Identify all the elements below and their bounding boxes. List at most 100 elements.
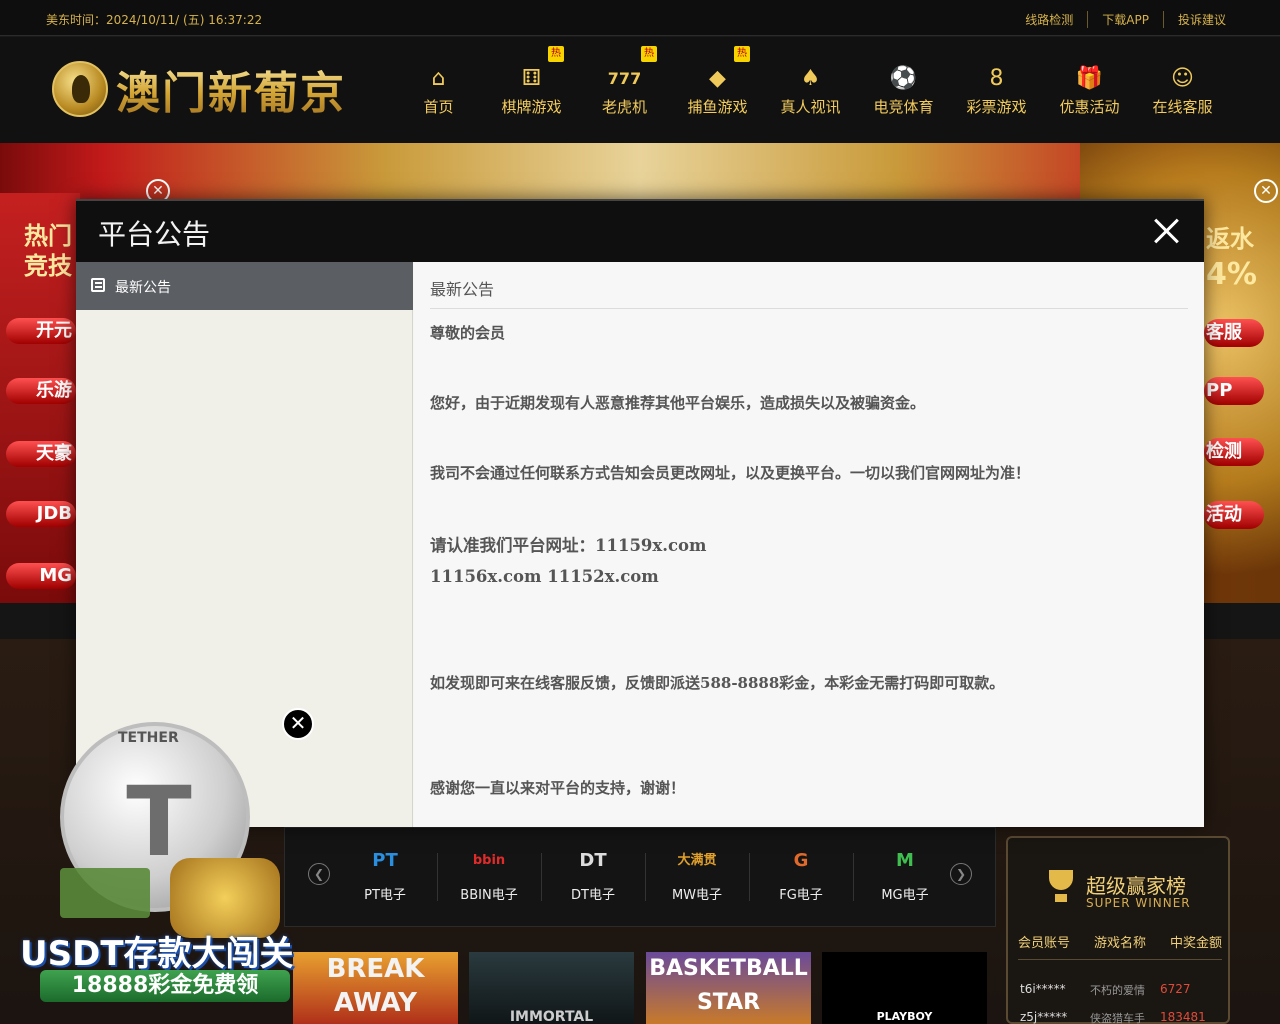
column-header: 游戏名称 <box>1093 936 1146 951</box>
gift-icon: 🎁 <box>1075 66 1104 91</box>
nav-item[interactable]: ♠ 真人视讯 <box>764 51 857 131</box>
super-winner-panel: 超级赢家榜 SUPER WINNER 会员账号 游戏名称 中奖金额 t6i***… <box>1006 836 1230 1024</box>
logo-emblem-icon <box>52 61 108 117</box>
banner-pill[interactable]: PP <box>1204 377 1264 405</box>
top-links: 线路检测 下载APP 投诉建议 <box>1011 11 1240 28</box>
banner-pill[interactable]: 客服 <box>1204 319 1264 347</box>
hot-badge: 热 <box>548 46 564 62</box>
game-thumb[interactable]: IMMORTAL <box>469 952 634 1024</box>
game-brand-item[interactable]: DT DT电子 <box>541 846 645 903</box>
promo-title: USDT存款大闯关 <box>20 934 294 974</box>
time-value: 2024/10/11/ (五) 16:37:22 <box>106 13 263 27</box>
pt-logo-icon: PT <box>372 850 398 871</box>
banner-heading: 返水 <box>1206 225 1254 253</box>
winner-game: 不朽的爱情 <box>1090 984 1145 997</box>
nav-item-label: 在线客服 <box>1152 98 1213 116</box>
nav-item[interactable]: 8 彩票游戏 <box>950 51 1043 131</box>
banner-pill[interactable]: JDB <box>6 501 76 527</box>
winner-amount: 183481 <box>1160 1010 1206 1024</box>
nav-item-label: 捕鱼游戏 <box>687 98 748 116</box>
usdt-promo[interactable]: T TETHER ✕ USDT存款大闯关 18888彩金免费领 <box>0 708 320 1024</box>
winner-columns: 会员账号 游戏名称 中奖金额 <box>1018 932 1222 960</box>
coin-ring-text: TETHER <box>118 730 179 746</box>
top-bar: 美东时间：2024/10/11/ (五) 16:37:22 线路检测 下载APP… <box>0 0 1280 36</box>
close-icon[interactable]: ✕ <box>1254 179 1278 203</box>
game-brand-label: DT电子 <box>571 888 615 903</box>
page: 美东时间：2024/10/11/ (五) 16:37:22 线路检测 下载APP… <box>0 0 1280 1024</box>
logo-text: 澳门新葡京 <box>116 57 346 121</box>
banner-pill[interactable]: 检测 <box>1204 438 1264 466</box>
link-complaints[interactable]: 投诉建议 <box>1162 11 1240 28</box>
sidebar-item-latest-announcement[interactable]: 最新公告 <box>76 262 413 310</box>
winner-user: z5j***** <box>1020 1010 1068 1024</box>
nav-item-label: 真人视讯 <box>780 98 841 116</box>
home-icon: ⌂ <box>431 66 446 91</box>
nav-item[interactable]: ◆ 捕鱼游戏 热 <box>671 46 764 131</box>
banner-pill[interactable]: MG <box>6 563 76 589</box>
time-label: 美东时间： <box>46 13 107 27</box>
game-thumb[interactable]: BASKETBALL STAR <box>646 952 811 1024</box>
winner-amount: 6727 <box>1160 982 1191 996</box>
announcement-paragraph: 感谢您一直以来对平台的支持，谢谢！ <box>430 779 686 797</box>
winner-game: 侠盗猎车手 <box>1090 1012 1145 1024</box>
support-agent-icon: ☺ <box>1171 66 1194 91</box>
nav-item-label: 彩票游戏 <box>966 98 1027 116</box>
sidebar-item-label: 最新公告 <box>115 280 171 296</box>
promo-subtitle: 18888彩金免费领 <box>40 970 290 1002</box>
nav-item-label: 电竞体育 <box>873 98 934 116</box>
link-download-app[interactable]: 下载APP <box>1087 11 1163 28</box>
winner-subtitle: SUPER WINNER <box>1086 896 1191 910</box>
close-icon[interactable] <box>1150 215 1182 247</box>
game-brand-item[interactable]: 大满贯 MW电子 <box>645 846 749 903</box>
winner-title: 超级赢家榜 <box>1086 874 1186 898</box>
site-logo[interactable]: 澳门新葡京 <box>52 57 346 121</box>
server-time: 美东时间：2024/10/11/ (五) 16:37:22 <box>46 11 262 28</box>
content-title: 最新公告 <box>430 280 495 299</box>
column-header: 中奖金额 <box>1169 936 1222 951</box>
game-brand-item[interactable]: G FG电子 <box>749 846 853 903</box>
game-thumb[interactable]: PLAYBOY <box>822 952 987 1024</box>
game-brand-item[interactable]: bbin BBIN电子 <box>437 846 541 903</box>
nav-item-label: 老虎机 <box>601 98 647 116</box>
announcement-paragraph: 尊敬的会员 <box>430 324 506 342</box>
soccer-ball-icon: ⚽ <box>889 66 918 91</box>
nav-item[interactable]: ⚽ 电竞体育 <box>857 51 950 131</box>
banner-pill[interactable]: 开元 <box>6 318 76 344</box>
nav-item[interactable]: ⌂ 首页 <box>392 51 485 131</box>
dt-logo-icon: DT <box>579 850 607 871</box>
fg-logo-icon: G <box>793 850 809 871</box>
game-brand-label: MG电子 <box>881 888 929 903</box>
banner-pill[interactable]: 天豪 <box>6 441 76 467</box>
banner-heading: 热门 <box>24 222 72 250</box>
announcement-paragraph: 我司不会通过任何联系方式告知会员更改网址，以及更换平台。一切以我们官网网址为准！ <box>430 464 1031 482</box>
banner-pill[interactable]: 活动 <box>1204 501 1264 529</box>
nav-item[interactable]: 🎁 优惠活动 <box>1043 51 1136 131</box>
banner-pill[interactable]: 乐游 <box>6 378 76 404</box>
cash-stack-icon <box>60 868 150 918</box>
game-brand-label: PT电子 <box>364 888 406 903</box>
modal-title: 平台公告 <box>98 218 211 251</box>
nav-item[interactable]: ⚅ 棋牌游戏 热 <box>485 46 578 131</box>
banner-heading: 4% <box>1206 257 1257 292</box>
announcement-paragraph: 如发现即可来在线客服反馈，反馈即派送588-8888彩金，本彩金无需打码即可取款… <box>430 674 1005 692</box>
mw-logo-icon: 大满贯 <box>677 853 717 868</box>
mg-logo-icon: M <box>896 850 914 871</box>
announcement-paragraph: 您好，由于近期发现有人恶意推荐其他平台娱乐，造成损失以及被骗资金。 <box>430 394 926 412</box>
nav-item[interactable]: 777 老虎机 热 <box>578 46 671 131</box>
game-brand-label: FG电子 <box>779 888 823 903</box>
link-line-check[interactable]: 线路检测 <box>1011 11 1087 28</box>
banner-heading: 竞技 <box>24 252 72 280</box>
nav-item-label: 棋牌游戏 <box>501 98 562 116</box>
announcement-paragraph: 11156x.com 11152x.com <box>430 567 659 586</box>
game-brand-item[interactable]: M MG电子 <box>853 846 957 903</box>
message-icon <box>91 278 105 292</box>
game-brand-label: MW电子 <box>671 888 723 903</box>
close-icon[interactable]: ✕ <box>282 708 314 740</box>
divider <box>430 308 1188 309</box>
game-brand-bar: ❮ ❯ PT PT电子 bbin BBIN电子 DT DT电子 大满贯 MW电子 G FG电子 M M… <box>284 827 996 927</box>
dice-icon: ⚅ <box>521 66 542 91</box>
bbin-logo-icon: bbin <box>472 853 506 868</box>
main-nav: ⌂ 首页 ⚅ 棋牌游戏 热 777 老虎机 热 ◆ 捕鱼游戏 热 ♠ 真人视讯 ⚽ 电竞体育 8 彩票游戏 🎁 优惠… <box>392 46 1229 131</box>
nav-item[interactable]: ☺ 在线客服 <box>1136 51 1229 131</box>
game-brand-item[interactable]: PT PT电子 <box>333 846 437 903</box>
